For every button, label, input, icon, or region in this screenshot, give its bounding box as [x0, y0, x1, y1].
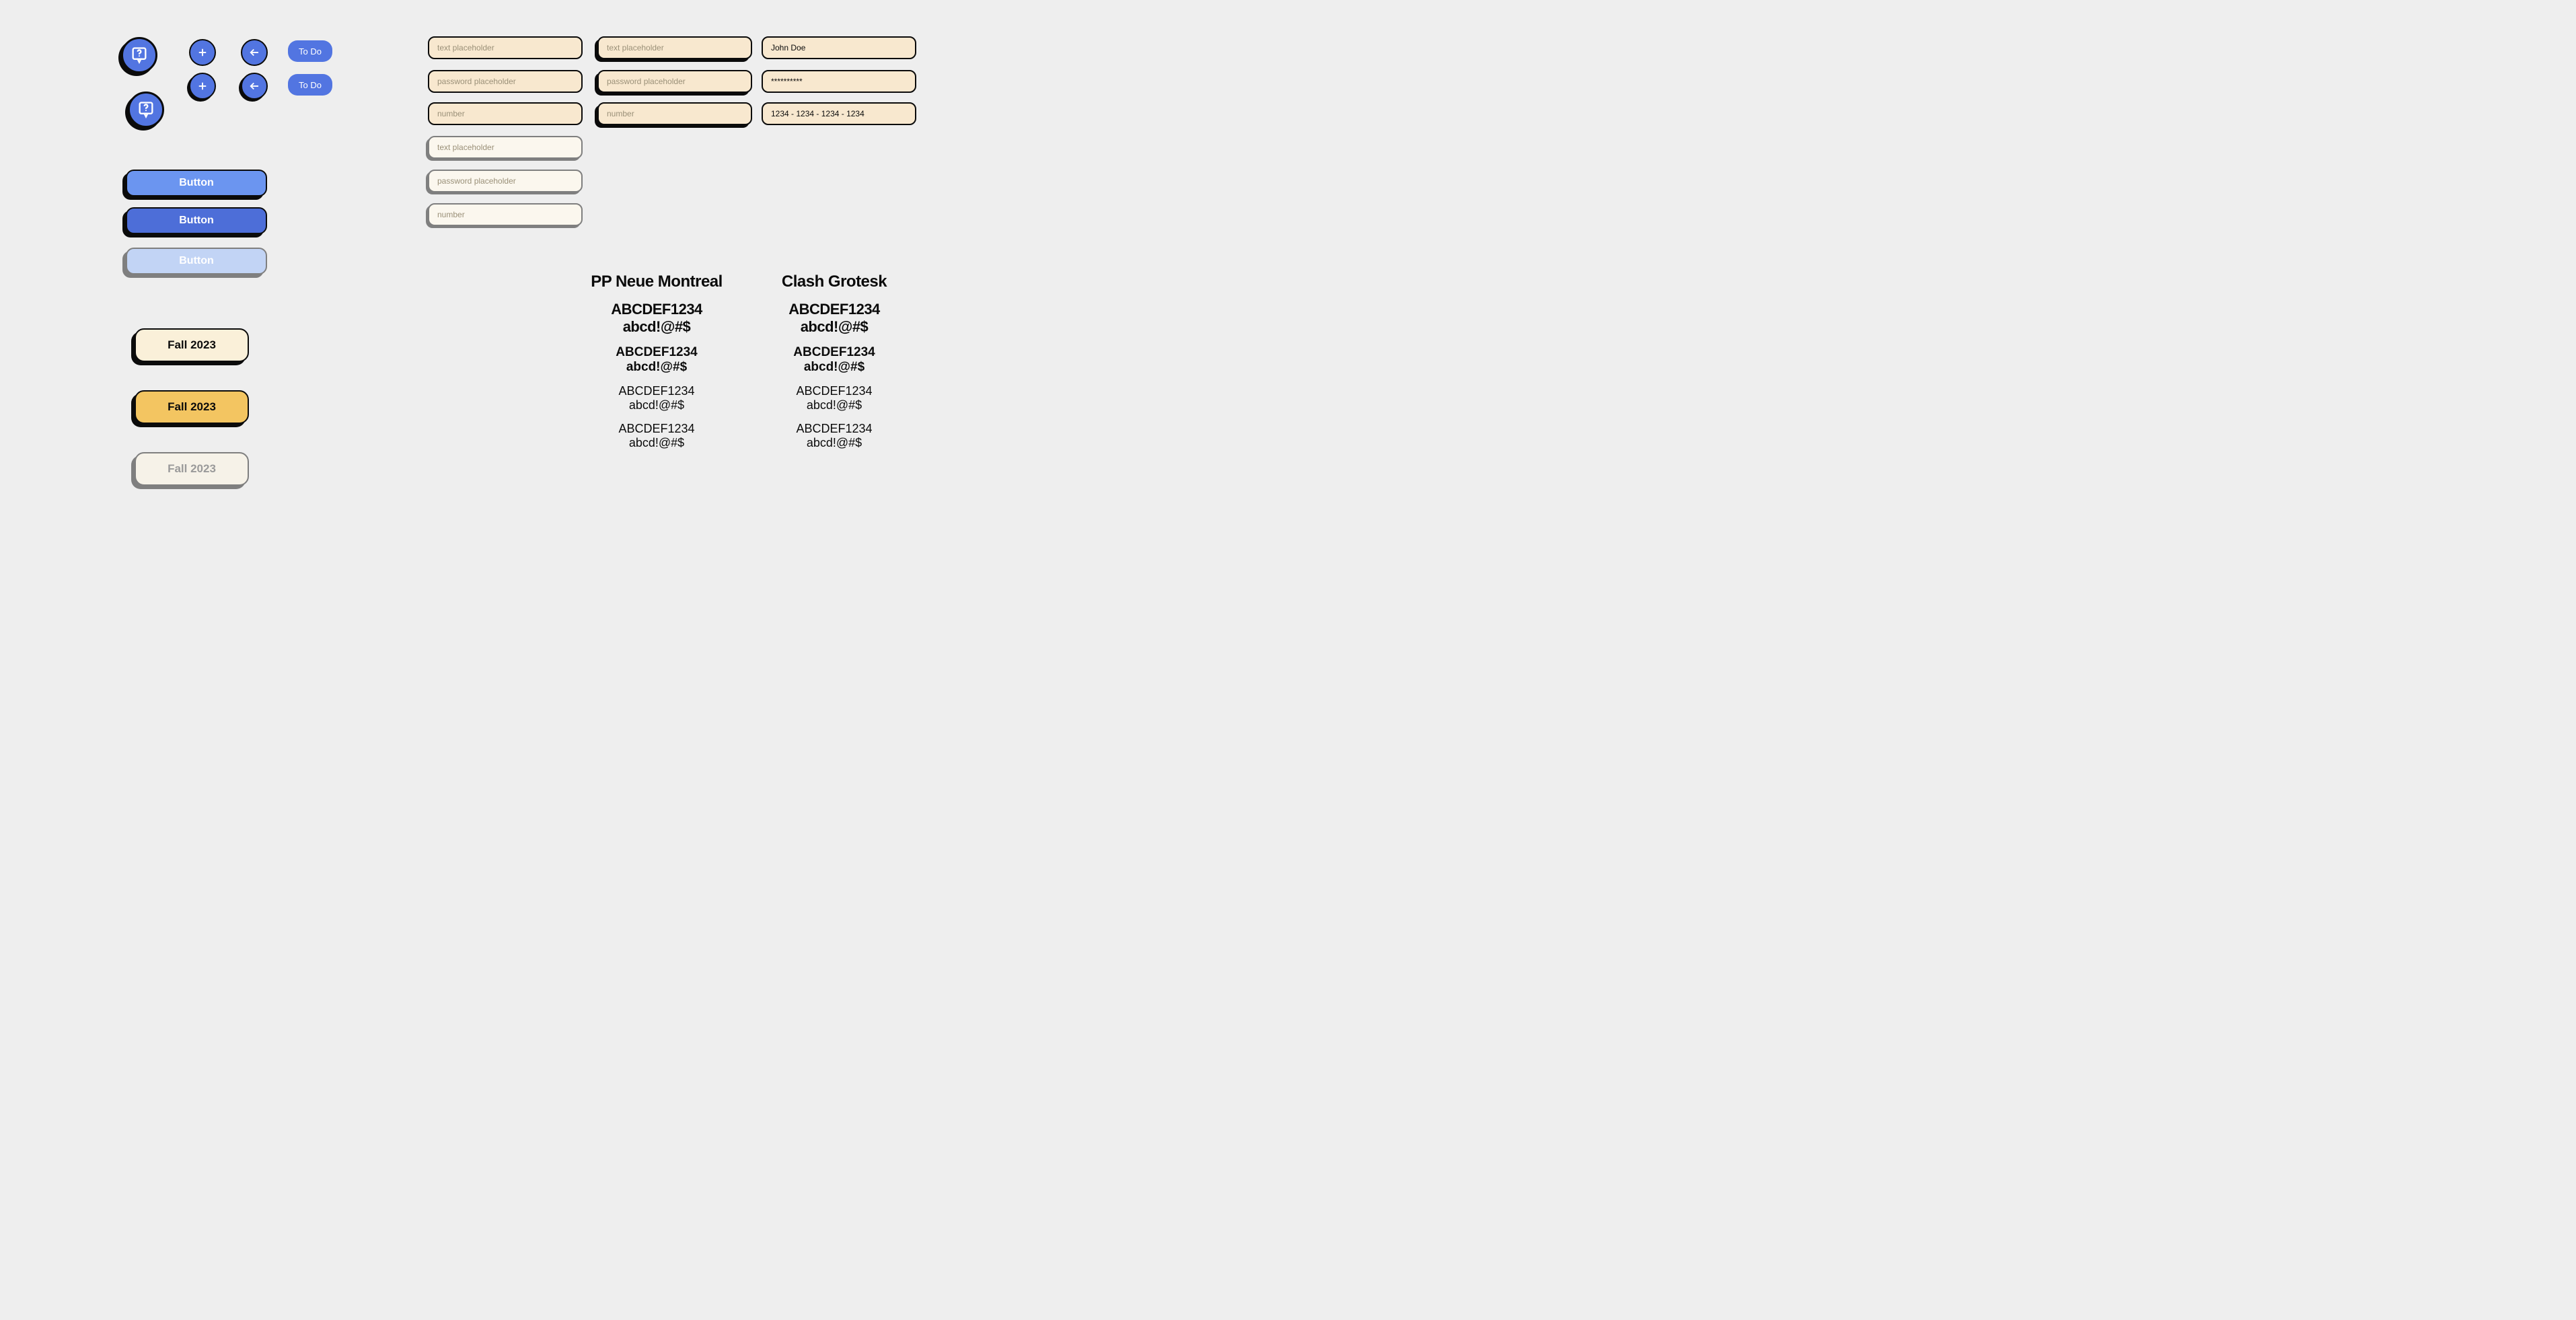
password-field-filled[interactable] [762, 70, 916, 93]
add-button[interactable] [189, 39, 216, 66]
font-title: PP Neue Montreal [569, 272, 744, 291]
term-chip-disabled: Fall 2023 [135, 452, 249, 486]
specimen-upper: ABCDEF1234 [569, 345, 744, 360]
plus-icon [196, 80, 209, 92]
back-button[interactable] [241, 39, 268, 66]
password-input-shadow[interactable] [597, 70, 752, 93]
todo-pill-2[interactable]: To Do [288, 74, 332, 96]
back-button-shadow[interactable] [241, 73, 268, 100]
font-specimen-neue-montreal: PP Neue Montreal ABCDEF1234abcd!@#$ ABCD… [569, 272, 744, 460]
specimen-upper: ABCDEF1234 [747, 301, 922, 318]
add-button-shadow[interactable] [189, 73, 216, 100]
specimen-lower: abcd!@#$ [747, 318, 922, 336]
name-field[interactable] [762, 36, 916, 59]
specimen-lower: abcd!@#$ [747, 436, 922, 450]
specimen-lower: abcd!@#$ [747, 398, 922, 412]
text-input[interactable] [428, 36, 583, 59]
font-title: Clash Grotesk [747, 272, 922, 291]
arrow-left-icon [248, 80, 260, 92]
primary-button-dark[interactable]: Button [126, 207, 267, 234]
specimen-lower: abcd!@#$ [569, 398, 744, 412]
text-input-light[interactable] [428, 136, 583, 159]
help-icon-button-2[interactable] [128, 91, 164, 128]
specimen-upper: ABCDEF1234 [569, 301, 744, 318]
text-input-shadow[interactable] [597, 36, 752, 59]
specimen-lower: abcd!@#$ [569, 360, 744, 375]
primary-button-disabled: Button [126, 248, 267, 274]
specimen-upper: ABCDEF1234 [569, 422, 744, 436]
number-input-light[interactable] [428, 203, 583, 226]
todo-pill[interactable]: To Do [288, 40, 332, 62]
question-bubble-icon [137, 100, 155, 119]
number-field-filled[interactable] [762, 102, 916, 125]
term-chip-amber[interactable]: Fall 2023 [135, 390, 249, 424]
number-input-shadow[interactable] [597, 102, 752, 125]
question-bubble-icon [130, 46, 149, 65]
specimen-upper: ABCDEF1234 [747, 422, 922, 436]
primary-button-light[interactable]: Button [126, 170, 267, 196]
font-specimen-clash-grotesk: Clash Grotesk ABCDEF1234abcd!@#$ ABCDEF1… [747, 272, 922, 460]
arrow-left-icon [248, 46, 260, 59]
plus-icon [196, 46, 209, 59]
specimen-upper: ABCDEF1234 [569, 384, 744, 398]
specimen-upper: ABCDEF1234 [747, 345, 922, 360]
term-chip-cream[interactable]: Fall 2023 [135, 328, 249, 362]
specimen-lower: abcd!@#$ [747, 360, 922, 375]
number-input[interactable] [428, 102, 583, 125]
password-input-light[interactable] [428, 170, 583, 192]
specimen-lower: abcd!@#$ [569, 318, 744, 336]
help-icon-button[interactable] [121, 37, 157, 73]
specimen-lower: abcd!@#$ [569, 436, 744, 450]
specimen-upper: ABCDEF1234 [747, 384, 922, 398]
password-input[interactable] [428, 70, 583, 93]
